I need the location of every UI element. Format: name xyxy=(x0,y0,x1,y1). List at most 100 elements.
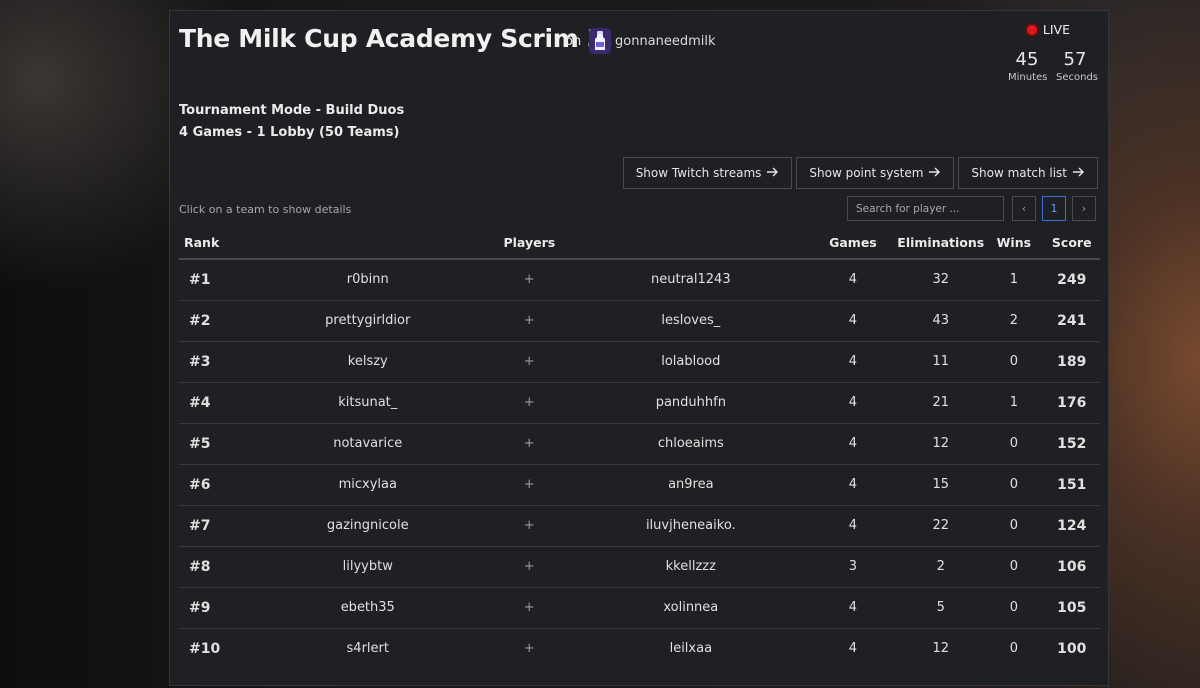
player-2-name: lesloves_ xyxy=(661,313,721,328)
table-hint: Click on a team to show details xyxy=(179,203,352,216)
table-row[interactable]: #7 gazingnicole + iluvjheneaiko. 4 22 0 124 xyxy=(179,505,1100,546)
player-1-name: kelszy xyxy=(347,354,388,369)
games-count: 4 xyxy=(848,641,858,657)
host-name: gonnaneedmilk xyxy=(615,33,716,49)
arrow-right-icon xyxy=(1073,166,1085,180)
arrow-right-icon xyxy=(767,166,779,180)
wins-count: 0 xyxy=(1009,559,1018,574)
next-page-button[interactable]: › xyxy=(1072,196,1096,221)
header-games: Games xyxy=(808,227,898,260)
team-rank: #4 xyxy=(189,394,211,411)
games-count: 4 xyxy=(848,600,858,615)
team-score: 151 xyxy=(1057,476,1087,493)
show-match-list-button[interactable]: Show match list xyxy=(958,157,1098,189)
eliminations-count: 5 xyxy=(936,600,945,615)
player-2-name: an9rea xyxy=(668,477,714,492)
team-rank: #9 xyxy=(189,599,211,616)
team-rank: #3 xyxy=(189,353,211,370)
table-row[interactable]: #4 kitsunat_ + panduhhfn 4 21 1 176 xyxy=(179,382,1100,423)
player-1-name: s4rlert xyxy=(346,641,389,657)
team-score: 176 xyxy=(1057,394,1087,411)
table-row[interactable]: #10 s4rlert + leilxaa 4 12 0 100 xyxy=(179,628,1100,669)
matches-button-label: Show match list xyxy=(971,166,1067,180)
prev-page-button[interactable]: ‹ xyxy=(1012,196,1036,221)
games-count: 4 xyxy=(848,272,858,288)
tournament-mode: Tournament Mode - Build Duos xyxy=(179,103,405,118)
on-label: on xyxy=(565,34,582,49)
header-players: Players xyxy=(250,227,809,260)
header-wins: Wins xyxy=(984,227,1044,260)
minutes-value: 45 xyxy=(1015,49,1039,70)
eliminations-count: 32 xyxy=(932,272,950,288)
team-score: 106 xyxy=(1057,558,1087,575)
player-2-name: panduhhfn xyxy=(655,395,726,410)
show-point-system-button[interactable]: Show point system xyxy=(796,157,955,189)
action-buttons: Show Twitch streams Show point system Sh… xyxy=(622,157,1098,189)
games-count: 4 xyxy=(848,313,858,328)
wins-count: 0 xyxy=(1009,518,1018,533)
plus-separator: + xyxy=(523,559,535,574)
table-row[interactable]: #2 prettygirldior + lesloves_ 4 43 2 241 xyxy=(179,300,1100,341)
plus-separator: + xyxy=(523,354,535,369)
games-count: 4 xyxy=(848,436,858,451)
header-eliminations: Eliminations xyxy=(897,227,985,260)
team-rank: #2 xyxy=(189,312,211,329)
team-rank: #10 xyxy=(189,640,221,657)
page-1-button[interactable]: 1 xyxy=(1042,196,1066,221)
countdown-timer: 45 Minutes 57 Seconds xyxy=(1008,49,1098,83)
plus-separator: + xyxy=(523,518,535,533)
table-row[interactable]: #1 r0binn + neutral1243 4 32 1 249 xyxy=(179,259,1100,300)
player-1-name: r0binn xyxy=(346,272,389,288)
twitch-button-label: Show Twitch streams xyxy=(635,166,762,180)
plus-separator: + xyxy=(523,477,535,492)
wins-count: 2 xyxy=(1009,313,1018,328)
player-2-name: chloeaims xyxy=(657,436,724,451)
table-row[interactable]: #3 kelszy + lolablood 4 11 0 189 xyxy=(179,341,1100,382)
team-score: 152 xyxy=(1057,435,1087,452)
live-label: LIVE xyxy=(1042,22,1070,37)
table-row[interactable]: #8 lilyybtw + kkellzzz 3 2 0 106 xyxy=(179,546,1100,587)
points-button-label: Show point system xyxy=(809,166,924,180)
plus-separator: + xyxy=(523,600,535,615)
player-2-name: kkellzzz xyxy=(665,559,716,574)
arrow-right-icon xyxy=(929,166,941,180)
plus-separator: + xyxy=(523,313,535,328)
wins-count: 0 xyxy=(1009,354,1018,369)
seconds-value: 57 xyxy=(1063,49,1087,70)
plus-separator: + xyxy=(523,272,535,288)
team-score: 124 xyxy=(1057,517,1087,534)
eliminations-count: 2 xyxy=(936,559,945,574)
player-1-name: lilyybtw xyxy=(342,559,393,574)
player-1-name: notavarice xyxy=(333,436,403,451)
wins-count: 1 xyxy=(1009,395,1018,410)
player-2-name: leilxaa xyxy=(669,641,713,657)
team-rank: #1 xyxy=(189,271,211,288)
player-2-name: neutral1243 xyxy=(651,272,731,288)
games-count: 4 xyxy=(848,518,858,533)
tournament-format: 4 Games - 1 Lobby (50 Teams) xyxy=(179,125,400,140)
games-count: 4 xyxy=(848,354,858,369)
show-twitch-streams-button[interactable]: Show Twitch streams xyxy=(622,157,793,189)
team-score: 100 xyxy=(1057,640,1087,657)
player-1-name: prettygirldior xyxy=(325,313,411,328)
player-1-name: ebeth35 xyxy=(340,600,395,615)
header-score: Score xyxy=(1043,227,1100,260)
team-score: 189 xyxy=(1057,353,1087,370)
host-link[interactable]: gonnaneedmilk xyxy=(589,28,716,54)
eliminations-count: 15 xyxy=(932,477,950,492)
header-rank: Rank xyxy=(179,227,251,260)
eliminations-count: 43 xyxy=(932,313,950,328)
minutes-label: Minutes xyxy=(1008,72,1048,83)
player-search-input[interactable] xyxy=(847,196,1004,221)
eliminations-count: 11 xyxy=(932,354,950,369)
live-dot-icon xyxy=(1024,22,1039,37)
tournament-info: Tournament Mode - Build Duos 4 Games - 1… xyxy=(179,100,404,144)
player-2-name: iluvjheneaiko. xyxy=(645,518,736,533)
team-rank: #7 xyxy=(189,517,211,534)
table-row[interactable]: #6 micxylaa + an9rea 4 15 0 151 xyxy=(179,464,1100,505)
team-rank: #5 xyxy=(189,435,211,452)
page-title: The Milk Cup Academy Scrim 3 xyxy=(179,24,605,53)
games-count: 4 xyxy=(848,477,858,492)
table-row[interactable]: #5 notavarice + chloeaims 4 12 0 152 xyxy=(179,423,1100,464)
table-row[interactable]: #9 ebeth35 + xolinnea 4 5 0 105 xyxy=(179,587,1100,628)
